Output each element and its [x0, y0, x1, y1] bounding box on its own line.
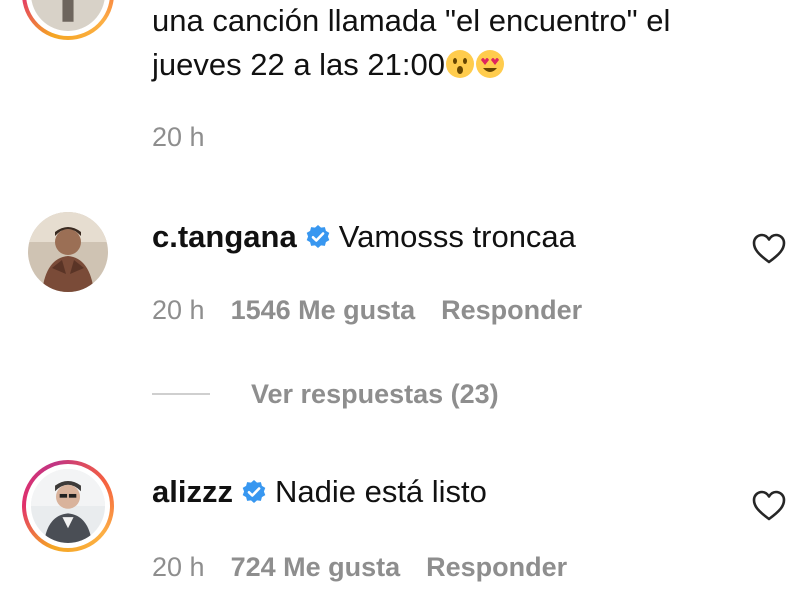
likes-count[interactable]: 724 Me gusta	[231, 552, 401, 582]
avatar-alizzz[interactable]	[22, 460, 114, 552]
avatar-previous-commenter[interactable]	[22, 0, 114, 40]
comment-text-c-tangana: Vamosss troncaa	[338, 219, 576, 254]
comment-text-line-2-content: jueves 22 a las 21:00	[152, 47, 445, 82]
avatar-photo	[28, 212, 108, 292]
heart-eyes-emoji	[475, 49, 505, 79]
comments-screen: una canción llamada "el encuentro" el ju…	[0, 0, 800, 600]
comment-text-line-2: jueves 22 a las 21:00	[152, 46, 505, 84]
verified-badge-icon	[241, 479, 267, 505]
comment-text-alizzz: Nadie está listo	[274, 474, 487, 509]
view-replies-button[interactable]: Ver respuestas (23)	[251, 378, 499, 410]
comment-text-line-1: una canción llamada "el encuentro" el	[152, 3, 671, 38]
comment-row-alizzz: alizzz Nadie está listo	[152, 473, 487, 511]
comment-row-c-tangana: c.tangana Vamosss troncaa	[152, 218, 576, 256]
comment-time: 20 h	[152, 122, 205, 152]
comment-time: 20 h	[152, 295, 205, 325]
avatar-c-tangana[interactable]	[28, 212, 108, 292]
verified-badge-icon	[305, 224, 331, 250]
username-alizzz[interactable]: alizzz	[152, 474, 233, 509]
heart-outline-icon[interactable]	[752, 490, 786, 522]
avatar-photo	[31, 0, 105, 31]
comment-time: 20 h	[152, 552, 205, 582]
astonished-face-emoji	[445, 49, 475, 79]
likes-count[interactable]: 1546 Me gusta	[231, 295, 416, 325]
heart-outline-icon[interactable]	[752, 233, 786, 265]
avatar-photo	[31, 469, 105, 543]
reply-button[interactable]: Responder	[441, 295, 582, 325]
comment-meta-alizzz: 20 h 724 Me gusta Responder	[152, 551, 567, 583]
reply-button[interactable]: Responder	[426, 552, 567, 582]
username-c-tangana[interactable]: c.tangana	[152, 219, 297, 254]
replies-divider	[152, 393, 210, 395]
comment-meta-c-tangana: 20 h 1546 Me gusta Responder	[152, 294, 582, 326]
